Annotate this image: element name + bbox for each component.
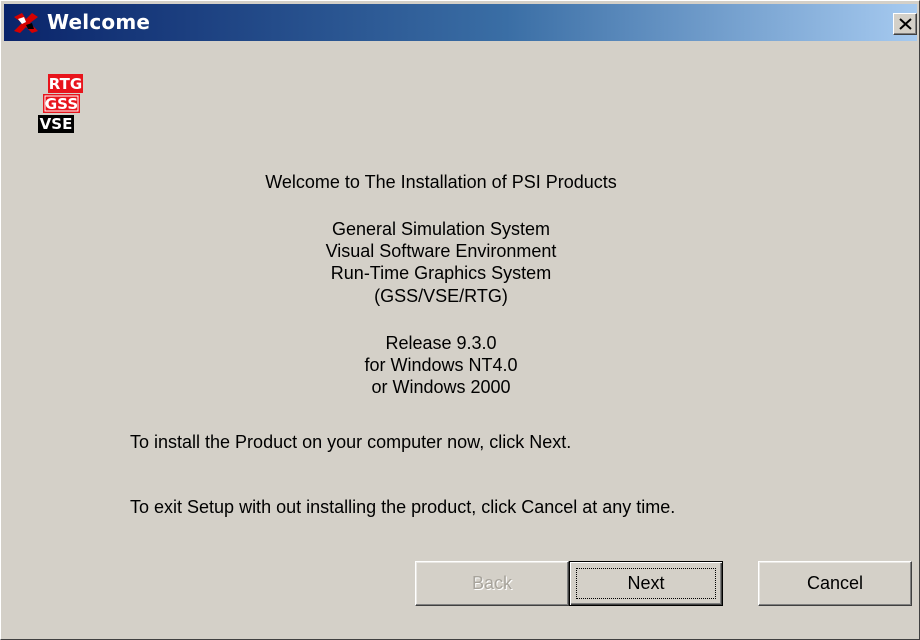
product-line-acronyms: (GSS/VSE/RTG) (374, 286, 508, 306)
logo-line-gss: GSS (45, 95, 78, 113)
window-title: Welcome (47, 10, 151, 34)
next-button-label: Next (627, 573, 665, 593)
exit-instruction: To exit Setup with out installing the pr… (130, 497, 676, 517)
product-line-gss: General Simulation System (331, 219, 551, 239)
product-line-rtg: Run-Time Graphics System (330, 263, 552, 283)
logo-line-vse: VSE (40, 115, 73, 133)
app-icon (14, 13, 38, 33)
close-icon (899, 18, 912, 30)
welcome-dialog: Welcome RTG GSS VSE Welcome to The Insta… (0, 0, 920, 640)
release-version: Release 9.3.0 (385, 333, 497, 353)
title-bar[interactable]: Welcome (4, 4, 917, 41)
install-instruction: To install the Product on your computer … (130, 432, 572, 452)
next-button[interactable]: Next (569, 561, 723, 606)
cancel-button[interactable]: Cancel (758, 561, 912, 606)
release-platform-nt: for Windows NT4.0 (364, 355, 518, 375)
release-platform-2000: or Windows 2000 (371, 377, 511, 397)
close-button[interactable] (893, 13, 917, 35)
welcome-heading: Welcome to The Installation of PSI Produ… (265, 172, 617, 192)
logo-line-rtg: RTG (49, 75, 82, 93)
back-button[interactable]: Back (415, 561, 569, 606)
product-line-vse: Visual Software Environment (325, 241, 557, 261)
product-logo: RTG GSS VSE (38, 74, 83, 133)
